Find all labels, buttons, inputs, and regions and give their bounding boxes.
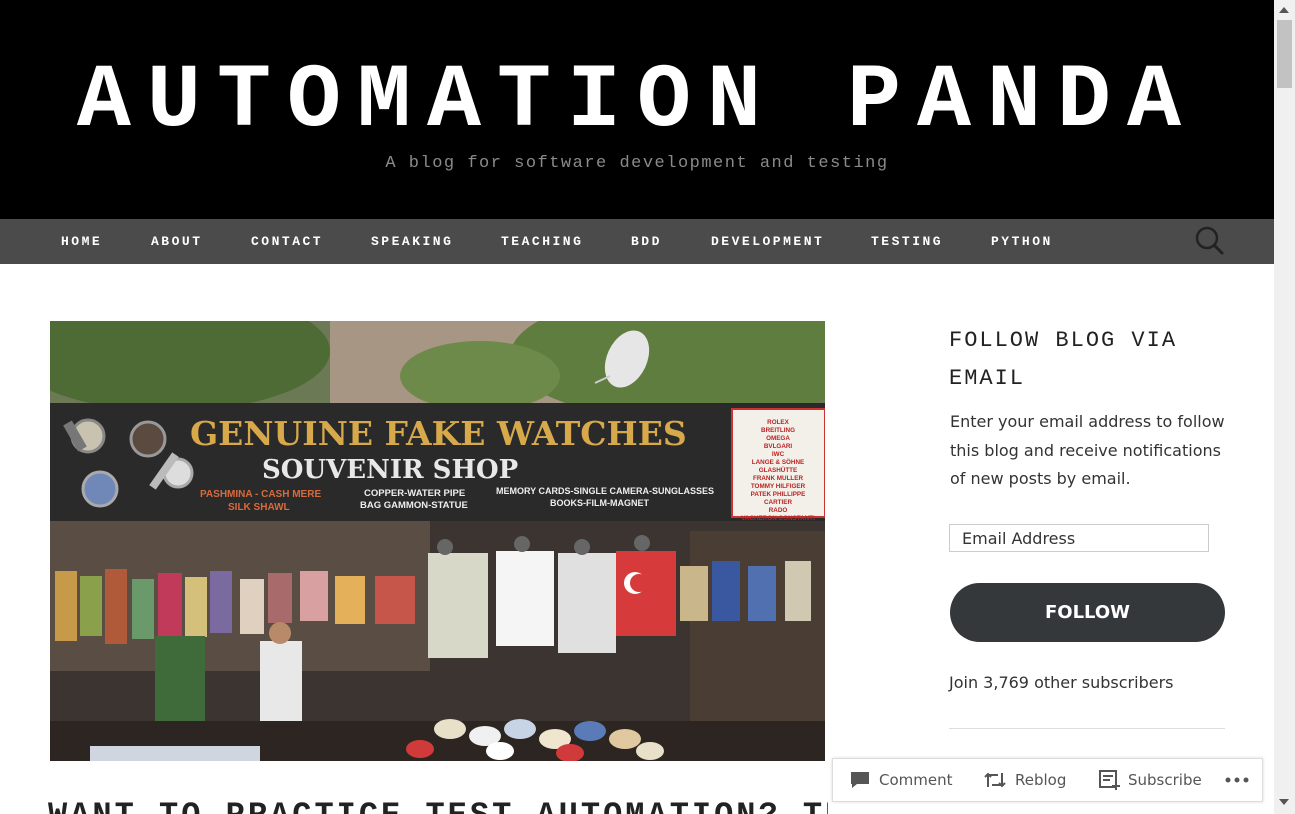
site-header: AUTOMATION PANDA A blog for software dev…	[0, 0, 1274, 219]
reblog-button[interactable]: Reblog	[983, 759, 1066, 801]
scrollbar[interactable]	[1274, 0, 1295, 814]
brand-label: VACHERON CONSTANTI	[741, 515, 815, 522]
brand-label: PATEK PHILLIPPE	[751, 491, 806, 498]
brand-label: FRANK MULLER	[753, 475, 803, 482]
reblog-icon	[983, 769, 1007, 791]
scroll-thumb[interactable]	[1277, 20, 1292, 88]
site-tagline: A blog for software development and test…	[385, 154, 889, 173]
nav-item-speaking[interactable]: SPEAKING	[371, 219, 453, 264]
nav-item-contact[interactable]: CONTACT	[251, 219, 323, 264]
nav-item-testing[interactable]: TESTING	[871, 219, 943, 264]
brand-label: GLASHÜTTE	[759, 465, 797, 474]
brand-label: BVLGARI	[764, 443, 793, 450]
sign-mid-line-1: COPPER-WATER PIPE	[364, 488, 465, 499]
site-title[interactable]: AUTOMATION PANDA	[0, 52, 1274, 152]
sign-right-line-1: MEMORY CARDS-SINGLE CAMERA-SUNGLASSES	[496, 486, 714, 496]
nav-item-about[interactable]: ABOUT	[151, 219, 203, 264]
comment-icon	[849, 769, 871, 791]
sign-left-line-1: PASHMINA - CASH MERE	[200, 489, 321, 500]
scroll-up-arrow-icon[interactable]	[1279, 7, 1289, 13]
main-navigation: HOME ABOUT CONTACT SPEAKING TEACHING BDD…	[0, 219, 1274, 264]
nav-item-home[interactable]: HOME	[61, 219, 102, 264]
brand-label: LANGE & SÖHNE	[752, 457, 804, 466]
brand-label: BREITLING	[761, 427, 795, 434]
brand-label: TOMMY HILFIGER	[751, 483, 806, 490]
sidebar-divider	[949, 728, 1225, 729]
search-icon[interactable]	[1194, 225, 1224, 255]
email-field[interactable]	[949, 524, 1209, 552]
subscribe-label: Subscribe	[1128, 771, 1202, 789]
nav-item-development[interactable]: DEVELOPMENT	[711, 219, 824, 264]
sign-right-line-2: BOOKS-FILM-MAGNET	[550, 498, 649, 508]
post-title[interactable]: WANT TO PRACTICE TEST AUTOMATION? TRY	[48, 796, 828, 814]
widget-title: FOLLOW BLOG VIA EMAIL	[949, 328, 1178, 391]
post-title-text[interactable]: WANT TO PRACTICE TEST AUTOMATION? TRY	[48, 797, 828, 814]
brand-label: ROLEX	[767, 419, 789, 426]
more-icon[interactable]	[1225, 759, 1249, 801]
brand-label: OMEGA	[766, 435, 790, 442]
action-bar: Comment Reblog Subscribe	[832, 758, 1263, 802]
featured-image[interactable]: GENUINE FAKE WATCHES SOUVENIR SHOP PASHM…	[50, 321, 825, 761]
nav-item-python[interactable]: PYTHON	[991, 219, 1053, 264]
comment-button[interactable]: Comment	[849, 759, 953, 801]
brand-label: RADO	[769, 507, 788, 514]
subscriber-count: Join 3,769 other subscribers	[949, 673, 1174, 692]
subscribe-button[interactable]: Subscribe	[1098, 759, 1202, 801]
brand-label: CARTIER	[764, 499, 792, 506]
reblog-label: Reblog	[1015, 771, 1067, 789]
sign-mid-line-2: BAG GAMMON-STATUE	[360, 500, 468, 511]
sign-left-line-2: SILK SHAWL	[228, 502, 290, 513]
sign-sub-text: SOUVENIR SHOP	[262, 455, 518, 485]
sign-main-text: GENUINE FAKE WATCHES	[190, 414, 687, 453]
scroll-down-arrow-icon[interactable]	[1279, 799, 1289, 805]
nav-item-bdd[interactable]: BDD	[631, 219, 662, 264]
follow-description: Enter your email address to follow this …	[950, 412, 1225, 488]
nav-item-teaching[interactable]: TEACHING	[501, 219, 583, 264]
brand-label: IWC	[772, 451, 785, 458]
follow-button[interactable]: FOLLOW	[950, 583, 1225, 642]
subscribe-icon	[1098, 769, 1120, 791]
comment-label: Comment	[879, 771, 953, 789]
